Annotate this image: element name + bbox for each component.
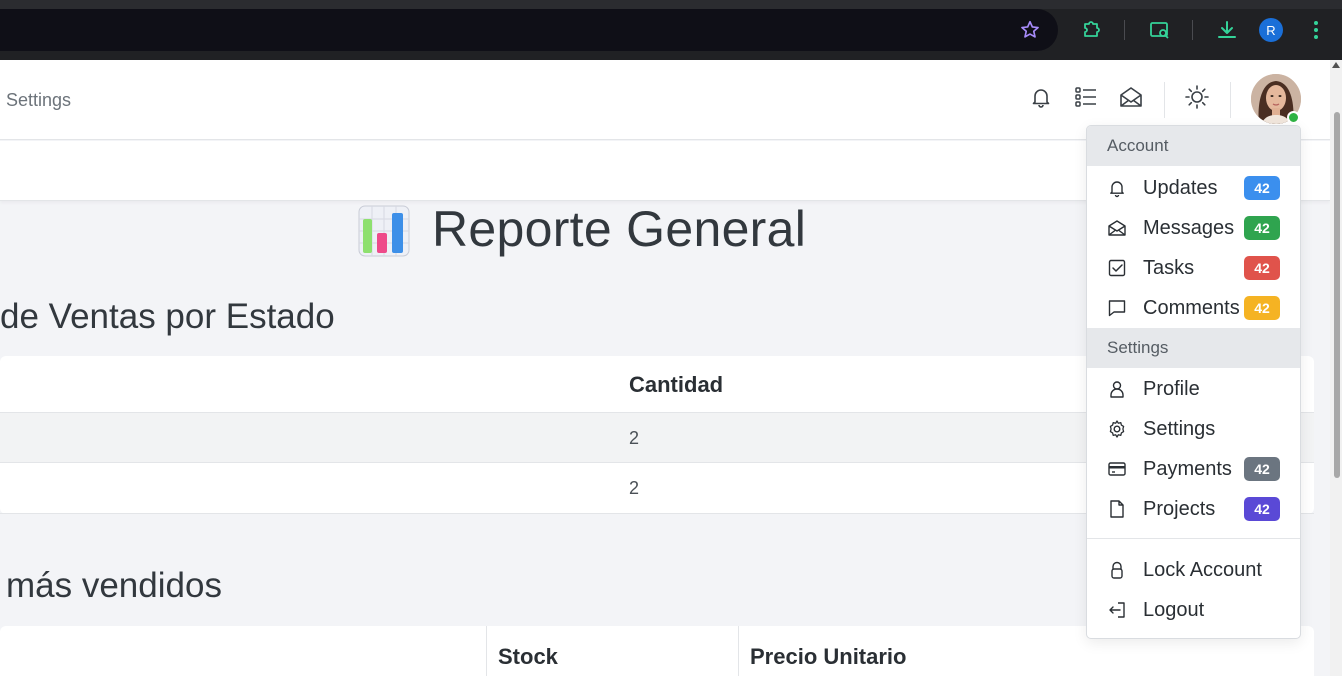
menu-item-label: Messages — [1143, 216, 1235, 239]
column-divider — [738, 626, 739, 676]
browser-toolbar: R — [0, 0, 1342, 60]
menu-item-label: Settings — [1143, 417, 1216, 440]
column-header-stock: Stock — [498, 644, 558, 669]
toolbar-divider — [1124, 20, 1125, 40]
count-badge: 42 — [1244, 457, 1280, 481]
checkbox-icon — [1107, 258, 1127, 278]
count-badge: 42 — [1244, 497, 1280, 521]
star-icon[interactable] — [1018, 18, 1042, 42]
count-badge: 42 — [1244, 296, 1280, 320]
section-title-mas-vendidos: más vendidos — [6, 566, 222, 605]
sun-icon[interactable] — [1184, 84, 1210, 110]
menu-item-comments[interactable]: Comments 42 — [1087, 288, 1300, 328]
mail-open-icon[interactable] — [1118, 84, 1144, 110]
menu-item-label: Profile — [1143, 377, 1200, 400]
menu-item-messages[interactable]: Messages 42 — [1087, 208, 1300, 248]
gear-icon — [1107, 419, 1127, 439]
menu-item-label: Projects — [1143, 497, 1216, 520]
page-title: Reporte General — [432, 201, 807, 257]
online-status-indicator — [1287, 111, 1300, 124]
section-title-ventas: de Ventas por Estado — [0, 297, 335, 336]
menu-item-lock-account[interactable]: Lock Account — [1087, 550, 1300, 590]
table-cell: 2 — [629, 428, 640, 448]
credit-card-icon — [1107, 459, 1127, 479]
browser-profile-avatar[interactable]: R — [1259, 18, 1283, 42]
toolbar-divider — [1192, 20, 1193, 40]
menu-item-projects[interactable]: Projects 42 — [1087, 489, 1300, 529]
menu-item-label: Logout — [1143, 598, 1205, 621]
column-header-cantidad: Cantidad — [629, 372, 724, 397]
menu-divider — [1087, 538, 1300, 539]
menu-item-label: Payments — [1143, 457, 1232, 480]
header-divider — [1164, 82, 1165, 118]
header-divider — [1230, 82, 1231, 118]
tab-strip — [0, 0, 1342, 9]
menu-item-label: Updates — [1143, 176, 1218, 199]
file-icon — [1107, 499, 1127, 519]
menu-item-label: Lock Account — [1143, 558, 1262, 581]
bar-chart-icon — [358, 205, 410, 257]
menu-item-settings[interactable]: Settings — [1087, 409, 1300, 449]
menu-item-tasks[interactable]: Tasks 42 — [1087, 248, 1300, 288]
mail-open-icon — [1107, 218, 1127, 238]
scrollbar-thumb[interactable] — [1334, 112, 1340, 478]
table-cell: 2 — [629, 478, 640, 498]
count-badge: 42 — [1244, 176, 1280, 200]
tab-search-icon[interactable] — [1148, 18, 1172, 42]
list-icon[interactable] — [1073, 84, 1099, 110]
breadcrumb[interactable]: Settings — [6, 90, 71, 111]
logout-icon — [1107, 600, 1127, 620]
address-bar[interactable] — [0, 9, 1058, 51]
menu-item-profile[interactable]: Profile — [1087, 369, 1300, 409]
column-header-precio: Precio Unitario — [750, 644, 907, 669]
menu-header-settings: Settings — [1087, 328, 1300, 368]
bell-icon[interactable] — [1028, 84, 1054, 110]
menu-item-payments[interactable]: Payments 42 — [1087, 449, 1300, 489]
user-icon — [1107, 379, 1127, 399]
bell-icon — [1107, 178, 1127, 198]
menu-item-label: Tasks — [1143, 256, 1195, 279]
lock-icon — [1107, 560, 1127, 580]
user-dropdown-menu: Account Updates 42 Messages 42 Tasks 42 … — [1086, 125, 1301, 639]
extensions-icon[interactable] — [1080, 18, 1104, 42]
download-icon[interactable] — [1215, 18, 1239, 42]
comment-icon — [1107, 298, 1127, 318]
count-badge: 42 — [1244, 216, 1280, 240]
more-vert-icon[interactable] — [1304, 18, 1328, 42]
count-badge: 42 — [1244, 256, 1280, 280]
column-divider — [486, 626, 487, 676]
menu-header-account: Account — [1087, 126, 1300, 166]
menu-item-updates[interactable]: Updates 42 — [1087, 168, 1300, 208]
menu-item-logout[interactable]: Logout — [1087, 590, 1300, 630]
scroll-up-arrow[interactable] — [1332, 62, 1340, 68]
menu-item-label: Comments — [1143, 296, 1240, 319]
